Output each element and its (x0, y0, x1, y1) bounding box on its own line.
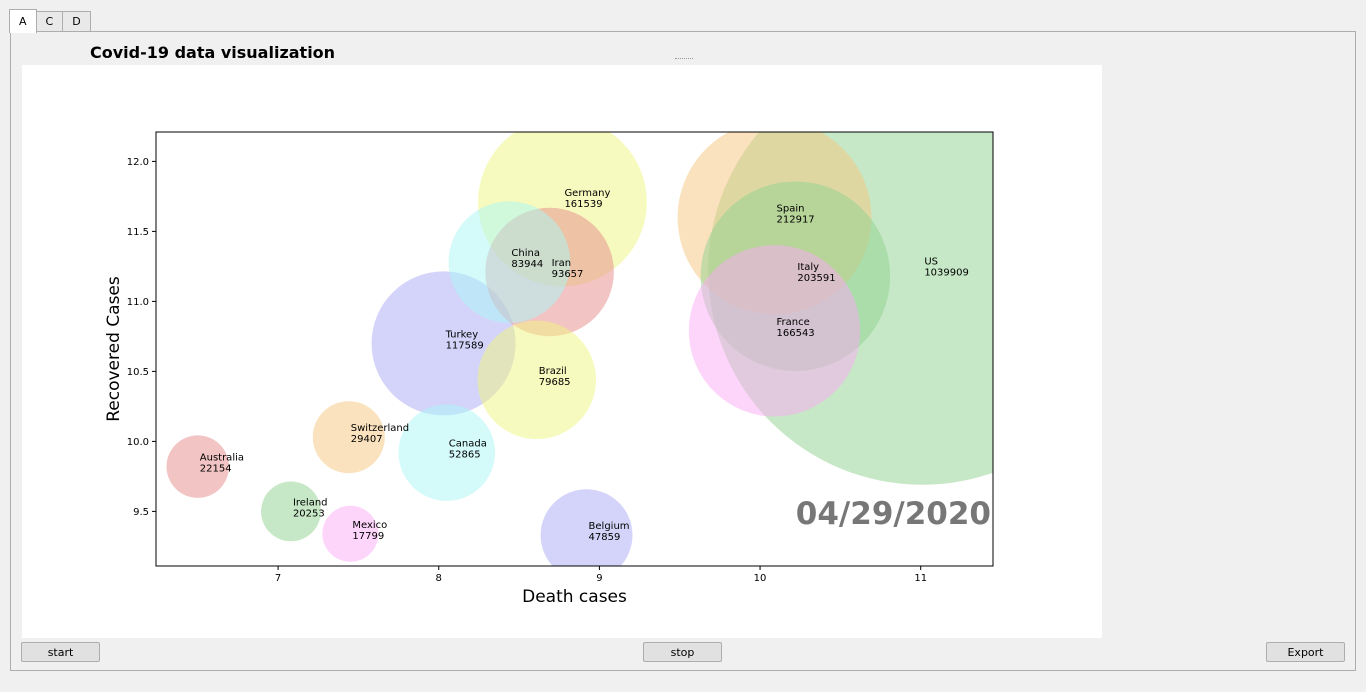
chart-canvas: US 1039909 Spain 212917 Italy 203591 France 166… (22, 65, 1102, 638)
bubble-label-switzerland: Switzerland (351, 423, 409, 434)
bubble-value-switzerland: 29407 (351, 434, 383, 445)
bubble-value-mexico: 17799 (352, 531, 384, 542)
bubble-label-mexico: Mexico (352, 520, 387, 531)
x-tick-label: 7 (275, 573, 281, 584)
bubble-value-iran: 93657 (552, 269, 584, 280)
bubble-value-australia: 22154 (200, 464, 232, 475)
export-button[interactable]: Export (1266, 642, 1345, 662)
bubble-label-italy: Italy (797, 262, 819, 273)
bubble-chart: US1039909 Spain212917 Italy203591 France166… (104, 131, 994, 607)
bubble-value-canada: 52865 (449, 450, 481, 461)
bubble-label-spain: Spain (777, 203, 805, 214)
x-axis-label: Death cases (522, 587, 627, 607)
bubble-label-brazil: Brazil (539, 366, 567, 377)
tab-d[interactable]: D (62, 11, 91, 32)
bubble-value-germany: 161539 (564, 199, 602, 210)
y-axis-label: Recovered Cases (104, 276, 124, 422)
bubble-value-italy: 203591 (797, 273, 835, 284)
y-tick-label: 10.5 (127, 367, 149, 378)
x-tick-label: 10 (754, 573, 767, 584)
y-tick-label: 11.5 (127, 227, 149, 238)
tab-c[interactable]: C (35, 11, 64, 32)
bubble-value-spain: 212917 (777, 214, 815, 225)
x-tick-label: 9 (596, 573, 602, 584)
bubble-label-china: China (511, 248, 540, 259)
bubble-label-australia: Australia (200, 453, 244, 464)
bubble-france (688, 245, 861, 417)
panel-title: Covid-19 data visualization (90, 43, 336, 62)
bubble-brazil (477, 320, 597, 440)
bubble-value-france: 166543 (777, 328, 815, 339)
bubble-label-germany: Germany (564, 188, 610, 199)
bubble-value-china: 83944 (511, 259, 543, 270)
start-button[interactable]: start (21, 642, 100, 662)
date-label: 04/29/2020 (796, 496, 991, 532)
bubble-value-ireland: 20253 (293, 508, 325, 519)
stop-button[interactable]: stop (643, 642, 722, 662)
bubble-value-turkey: 117589 (446, 340, 484, 351)
bubble-value-brazil: 79685 (539, 377, 571, 388)
bubble-label-belgium: Belgium (589, 521, 630, 532)
bubble-label-turkey: Turkey (445, 329, 479, 340)
splitter-handle[interactable] (675, 58, 693, 63)
tab-panel: Covid-19 data visualization US 1039909 Spa… (10, 31, 1356, 671)
bubble-label-canada: Canada (449, 439, 487, 450)
y-tick-label: 11.0 (127, 297, 149, 308)
tab-a[interactable]: A (9, 9, 37, 33)
bubble-label-ireland: Ireland (293, 497, 328, 508)
x-tick-label: 8 (436, 573, 442, 584)
bubble-value-belgium: 47859 (589, 532, 621, 543)
bubble-label-us: US (924, 257, 938, 268)
y-tick-label: 10.0 (127, 437, 149, 448)
y-tick-label: 12.0 (127, 157, 149, 168)
bubble-label-iran: Iran (552, 258, 572, 269)
tab-bar: A C D (9, 9, 91, 33)
x-tick-label: 11 (914, 573, 927, 584)
y-tick-label: 9.5 (133, 507, 149, 518)
bubble-label-france: France (777, 317, 810, 328)
bubble-value-us: 1039909 (924, 268, 969, 279)
